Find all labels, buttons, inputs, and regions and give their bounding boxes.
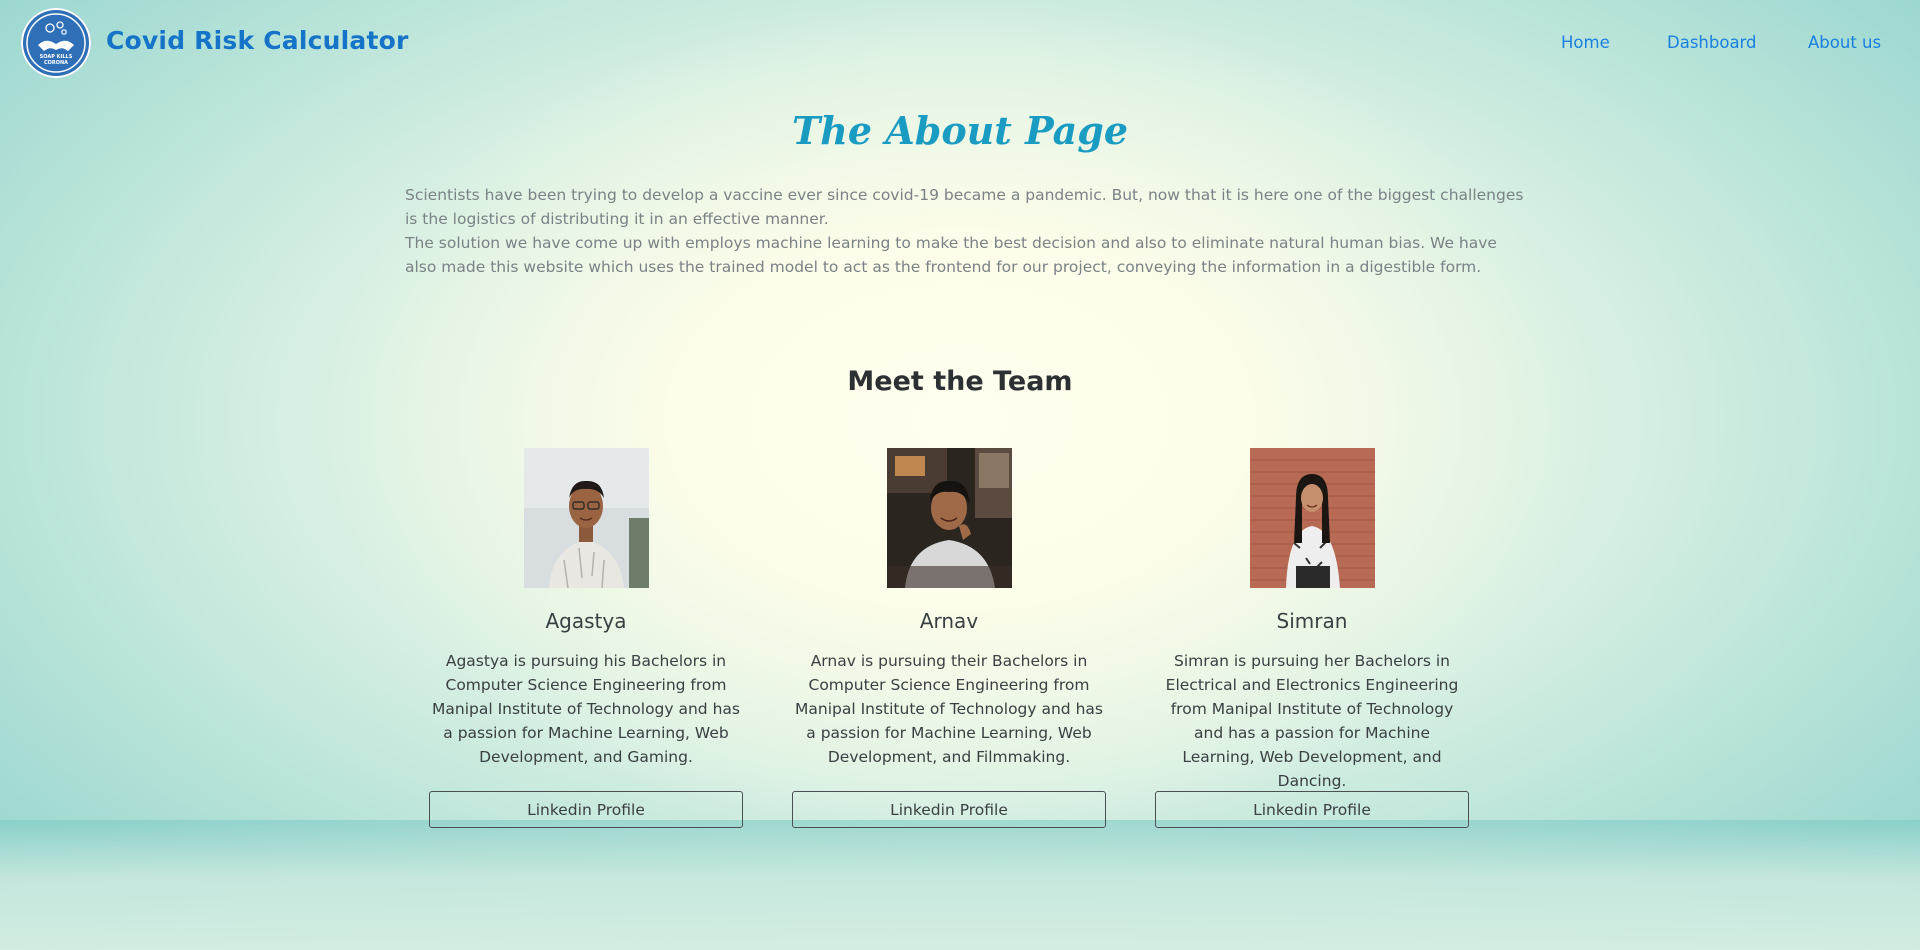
logo[interactable]: SOAP KILLS CORONA bbox=[21, 8, 91, 78]
nav-home-link[interactable]: Home bbox=[1561, 33, 1610, 52]
person-photo-icon bbox=[1249, 448, 1375, 588]
linkedin-profile-button[interactable]: Linkedin Profile bbox=[429, 791, 743, 828]
member-photo bbox=[1249, 448, 1375, 588]
svg-text:CORONA: CORONA bbox=[44, 60, 68, 66]
soap-hands-icon: SOAP KILLS CORONA bbox=[26, 13, 86, 73]
linkedin-profile-button[interactable]: Linkedin Profile bbox=[792, 791, 1106, 828]
member-bio: Simran is pursuing her Bachelors in Elec… bbox=[1165, 652, 1459, 790]
person-photo-icon bbox=[886, 448, 1012, 588]
member-name: Agastya bbox=[545, 609, 627, 633]
member-photo bbox=[523, 448, 649, 588]
nav-about-link[interactable]: About us bbox=[1808, 33, 1881, 52]
person-photo-icon bbox=[523, 448, 649, 588]
about-description: Scientists have been trying to develop a… bbox=[405, 183, 1525, 279]
member-name: Arnav bbox=[919, 609, 979, 633]
team-card-agastya: Agastya Agastya is pursuing his Bachelor… bbox=[428, 448, 744, 828]
linkedin-profile-button[interactable]: Linkedin Profile bbox=[1155, 791, 1469, 828]
background-wave bbox=[0, 820, 1920, 950]
member-bio: Arnav is pursuing their Bachelors in Com… bbox=[795, 652, 1103, 766]
team-card-arnav: Arnav Arnav is pursuing their Bachelors … bbox=[791, 448, 1107, 828]
brand-title[interactable]: Covid Risk Calculator bbox=[106, 26, 409, 55]
team-card-simran: Simran Simran is pursuing her Bachelors … bbox=[1154, 448, 1470, 828]
member-bio: Agastya is pursuing his Bachelors in Com… bbox=[432, 652, 740, 766]
about-paragraph: Scientists have been trying to develop a… bbox=[405, 186, 1524, 228]
about-paragraph: The solution we have come up with employ… bbox=[405, 234, 1497, 276]
nav-dashboard-link[interactable]: Dashboard bbox=[1667, 33, 1757, 52]
member-photo bbox=[886, 448, 1012, 588]
team-title: Meet the Team bbox=[847, 366, 1073, 397]
page-title: The About Page bbox=[791, 108, 1129, 153]
navbar: SOAP KILLS CORONA Covid Risk Calculator … bbox=[0, 0, 1920, 86]
member-name: Simran bbox=[1276, 609, 1348, 633]
